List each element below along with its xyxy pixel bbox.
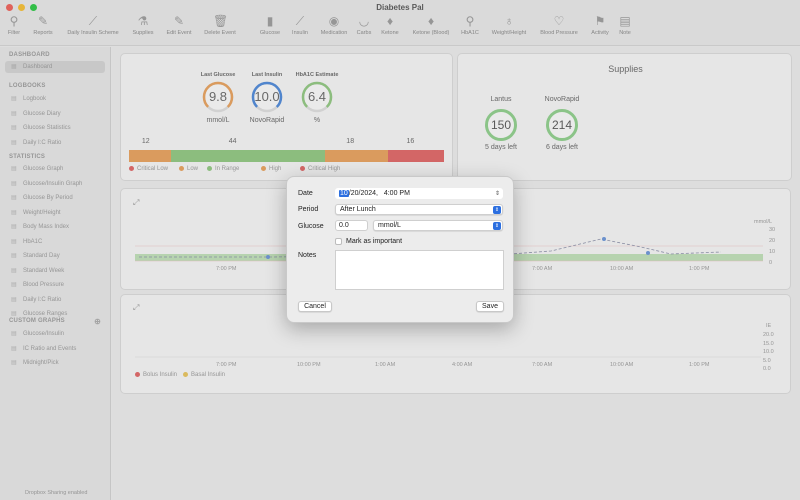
- period-label: Period: [298, 206, 319, 213]
- chevron-updown-icon: ⇕: [493, 206, 501, 214]
- date-label: Date: [298, 190, 313, 197]
- notes-textarea[interactable]: [335, 250, 504, 290]
- date-rest-segment[interactable]: /20/2024,: [349, 190, 378, 197]
- save-button[interactable]: Save: [476, 301, 504, 312]
- glucose-unit-select[interactable]: mmol/L ⇕: [373, 220, 503, 231]
- glucose-input[interactable]: 0.0: [335, 220, 368, 231]
- app-window: Diabetes Pal ⚲ Filter ✎ Reports ⟋ Daily Insul…: [0, 0, 800, 500]
- time-segment[interactable]: 4:00 PM: [384, 190, 410, 197]
- stepper-icon[interactable]: ⇕: [495, 189, 500, 199]
- notes-label: Notes: [298, 252, 317, 259]
- important-label: Mark as important: [346, 238, 403, 245]
- add-glucose-dialog: Date 10/20/2024, 4:00 PM ⇕ Period After …: [286, 176, 514, 323]
- date-time-picker[interactable]: 10/20/2024, 4:00 PM ⇕: [335, 188, 503, 199]
- period-value: After Lunch: [340, 206, 376, 213]
- glucose-label: Glucose: [298, 223, 324, 230]
- cancel-button[interactable]: Cancel: [298, 301, 332, 312]
- glucose-unit-value: mmol/L: [378, 222, 401, 229]
- date-month-segment[interactable]: 10: [339, 190, 349, 197]
- chevron-updown-icon: ⇕: [493, 222, 501, 230]
- glucose-input-value: 0.0: [339, 222, 349, 229]
- important-checkbox[interactable]: [335, 238, 342, 245]
- period-select[interactable]: After Lunch ⇕: [335, 204, 503, 215]
